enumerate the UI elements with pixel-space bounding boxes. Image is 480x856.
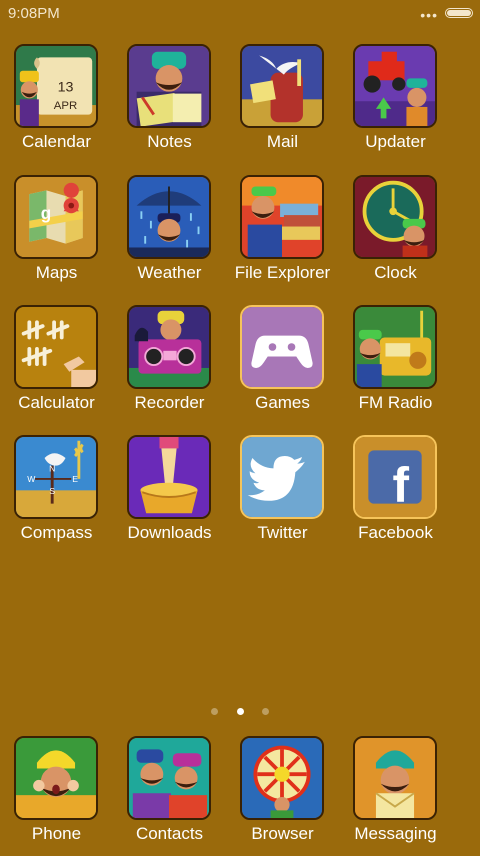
app-downloads[interactable]: Downloads: [113, 435, 226, 555]
phone-icon: [14, 736, 98, 820]
status-time: 9:08PM: [8, 5, 60, 22]
messaging-icon: [353, 736, 437, 820]
dock-contacts[interactable]: Contacts: [113, 736, 226, 856]
app-label: Updater: [365, 132, 426, 151]
dock-phone[interactable]: Phone: [0, 736, 113, 856]
app-label: Facebook: [358, 523, 433, 542]
app-mail[interactable]: Mail: [226, 44, 339, 164]
file-explorer-icon: [240, 175, 324, 259]
svg-text:f: f: [392, 458, 409, 513]
app-fm-radio[interactable]: FM Radio: [339, 305, 452, 425]
app-label: Contacts: [135, 824, 204, 843]
browser-icon: [240, 736, 324, 820]
svg-text:g: g: [41, 203, 51, 223]
status-bar: 9:08PM •••: [0, 0, 480, 28]
svg-text:E: E: [72, 474, 78, 484]
calendar-day: 13: [58, 80, 74, 96]
app-weather[interactable]: Weather: [113, 175, 226, 295]
games-icon: [240, 305, 324, 389]
app-label: Clock: [374, 263, 417, 282]
app-label: FM Radio: [358, 393, 433, 412]
app-label: Notes: [147, 132, 192, 151]
dock-browser[interactable]: Browser: [226, 736, 339, 856]
svg-text:S: S: [49, 486, 55, 496]
app-facebook[interactable]: f Facebook: [339, 435, 452, 555]
app-games[interactable]: Games: [226, 305, 339, 425]
compass-icon: N E W S: [14, 435, 98, 519]
app-label: Recorder: [134, 393, 205, 412]
app-label: Maps: [35, 263, 78, 282]
dock-messaging[interactable]: Messaging: [339, 736, 452, 856]
app-twitter[interactable]: Twitter: [226, 435, 339, 555]
app-label: Weather: [137, 263, 202, 282]
calculator-icon: [14, 305, 98, 389]
app-updater[interactable]: Updater: [339, 44, 452, 164]
updater-icon: [353, 44, 437, 128]
page-dot-active[interactable]: [236, 708, 244, 715]
app-label: Games: [255, 393, 310, 412]
app-maps[interactable]: g Maps: [0, 175, 113, 295]
app-label: Twitter: [257, 523, 308, 542]
app-label: Calculator: [18, 393, 95, 412]
app-label: Messaging: [354, 824, 437, 843]
page-dot[interactable]: [261, 708, 269, 715]
overflow-dots-icon: •••: [420, 7, 438, 23]
app-calendar[interactable]: 13 APR Calendar: [0, 44, 113, 164]
downloads-icon: [127, 435, 211, 519]
app-label: Calendar: [22, 132, 91, 151]
page-dot[interactable]: [211, 708, 219, 715]
facebook-icon: f: [353, 435, 437, 519]
app-notes[interactable]: Notes: [113, 44, 226, 164]
app-label: File Explorer: [234, 263, 331, 282]
app-compass[interactable]: N E W S Compass: [0, 435, 113, 555]
battery-icon: [445, 8, 473, 18]
contacts-icon: [127, 736, 211, 820]
app-label: Downloads: [127, 523, 212, 542]
app-label: Phone: [31, 824, 82, 843]
app-label: Mail: [266, 132, 299, 151]
svg-text:W: W: [27, 474, 36, 484]
notes-icon: [127, 44, 211, 128]
app-recorder[interactable]: Recorder: [113, 305, 226, 425]
app-file-explorer[interactable]: File Explorer: [226, 175, 339, 295]
page-indicator: [0, 702, 480, 715]
mail-icon: [240, 44, 324, 128]
app-clock[interactable]: Clock: [339, 175, 452, 295]
recorder-icon: [127, 305, 211, 389]
app-calculator[interactable]: Calculator: [0, 305, 113, 425]
calendar-icon: 13 APR: [14, 44, 98, 128]
svg-text:N: N: [49, 463, 55, 473]
calendar-month: APR: [54, 100, 77, 112]
clock-icon: [353, 175, 437, 259]
app-label: Compass: [20, 523, 93, 542]
weather-icon: [127, 175, 211, 259]
radio-icon: [353, 305, 437, 389]
maps-icon: g: [14, 175, 98, 259]
app-label: Browser: [251, 824, 314, 843]
twitter-bird-icon: [240, 435, 324, 519]
